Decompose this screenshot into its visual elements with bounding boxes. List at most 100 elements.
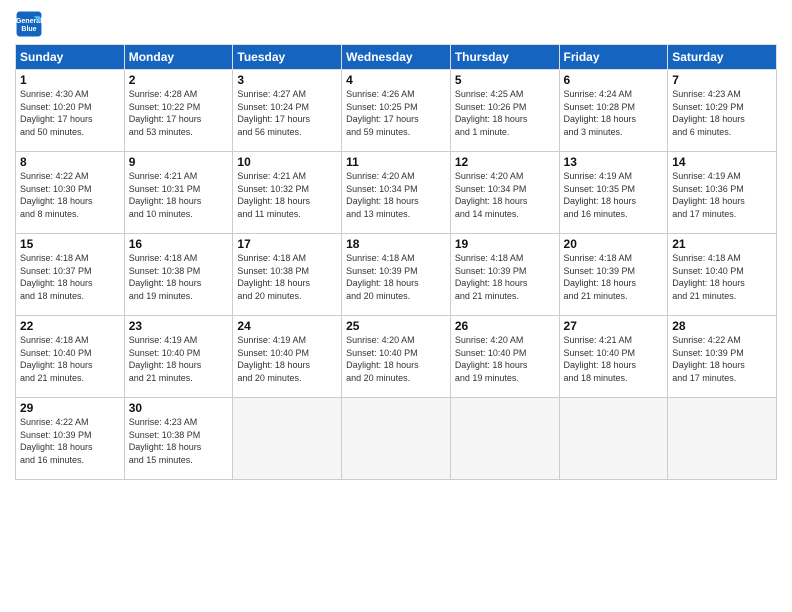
- day-number: 7: [672, 73, 772, 87]
- day-info: Sunrise: 4:18 AM Sunset: 10:37 PM Daylig…: [20, 252, 120, 302]
- day-info: Sunrise: 4:18 AM Sunset: 10:38 PM Daylig…: [129, 252, 229, 302]
- day-number: 27: [564, 319, 664, 333]
- day-number: 16: [129, 237, 229, 251]
- calendar-cell: 16Sunrise: 4:18 AM Sunset: 10:38 PM Dayl…: [124, 234, 233, 316]
- day-number: 19: [455, 237, 555, 251]
- calendar-cell: 3Sunrise: 4:27 AM Sunset: 10:24 PM Dayli…: [233, 70, 342, 152]
- calendar-cell: 5Sunrise: 4:25 AM Sunset: 10:26 PM Dayli…: [450, 70, 559, 152]
- calendar-cell: 4Sunrise: 4:26 AM Sunset: 10:25 PM Dayli…: [342, 70, 451, 152]
- day-number: 5: [455, 73, 555, 87]
- day-info: Sunrise: 4:28 AM Sunset: 10:22 PM Daylig…: [129, 88, 229, 138]
- day-number: 24: [237, 319, 337, 333]
- weekday-header-sunday: Sunday: [16, 45, 125, 70]
- page: General Blue SundayMondayTuesdayWednesda…: [0, 0, 792, 612]
- calendar-cell: 22Sunrise: 4:18 AM Sunset: 10:40 PM Dayl…: [16, 316, 125, 398]
- logo-icon: General Blue: [15, 10, 43, 38]
- calendar-cell: 6Sunrise: 4:24 AM Sunset: 10:28 PM Dayli…: [559, 70, 668, 152]
- calendar-cell: 26Sunrise: 4:20 AM Sunset: 10:40 PM Dayl…: [450, 316, 559, 398]
- calendar-cell: 9Sunrise: 4:21 AM Sunset: 10:31 PM Dayli…: [124, 152, 233, 234]
- calendar-cell: 30Sunrise: 4:23 AM Sunset: 10:38 PM Dayl…: [124, 398, 233, 480]
- day-info: Sunrise: 4:26 AM Sunset: 10:25 PM Daylig…: [346, 88, 446, 138]
- calendar-table: SundayMondayTuesdayWednesdayThursdayFrid…: [15, 44, 777, 480]
- day-info: Sunrise: 4:22 AM Sunset: 10:30 PM Daylig…: [20, 170, 120, 220]
- calendar-cell: 17Sunrise: 4:18 AM Sunset: 10:38 PM Dayl…: [233, 234, 342, 316]
- day-info: Sunrise: 4:18 AM Sunset: 10:38 PM Daylig…: [237, 252, 337, 302]
- calendar-week-5: 29Sunrise: 4:22 AM Sunset: 10:39 PM Dayl…: [16, 398, 777, 480]
- day-number: 14: [672, 155, 772, 169]
- day-number: 2: [129, 73, 229, 87]
- calendar-cell: 14Sunrise: 4:19 AM Sunset: 10:36 PM Dayl…: [668, 152, 777, 234]
- day-info: Sunrise: 4:24 AM Sunset: 10:28 PM Daylig…: [564, 88, 664, 138]
- day-number: 28: [672, 319, 772, 333]
- day-number: 13: [564, 155, 664, 169]
- calendar-cell: 23Sunrise: 4:19 AM Sunset: 10:40 PM Dayl…: [124, 316, 233, 398]
- day-number: 17: [237, 237, 337, 251]
- day-number: 10: [237, 155, 337, 169]
- calendar-cell: 27Sunrise: 4:21 AM Sunset: 10:40 PM Dayl…: [559, 316, 668, 398]
- day-number: 8: [20, 155, 120, 169]
- weekday-header-thursday: Thursday: [450, 45, 559, 70]
- calendar-cell: 28Sunrise: 4:22 AM Sunset: 10:39 PM Dayl…: [668, 316, 777, 398]
- weekday-header-monday: Monday: [124, 45, 233, 70]
- day-number: 3: [237, 73, 337, 87]
- day-info: Sunrise: 4:18 AM Sunset: 10:39 PM Daylig…: [455, 252, 555, 302]
- day-info: Sunrise: 4:18 AM Sunset: 10:40 PM Daylig…: [20, 334, 120, 384]
- day-number: 21: [672, 237, 772, 251]
- calendar-cell: 11Sunrise: 4:20 AM Sunset: 10:34 PM Dayl…: [342, 152, 451, 234]
- day-number: 1: [20, 73, 120, 87]
- calendar-week-1: 1Sunrise: 4:30 AM Sunset: 10:20 PM Dayli…: [16, 70, 777, 152]
- day-info: Sunrise: 4:18 AM Sunset: 10:39 PM Daylig…: [564, 252, 664, 302]
- day-number: 9: [129, 155, 229, 169]
- day-info: Sunrise: 4:22 AM Sunset: 10:39 PM Daylig…: [672, 334, 772, 384]
- day-info: Sunrise: 4:19 AM Sunset: 10:40 PM Daylig…: [129, 334, 229, 384]
- calendar-cell: 12Sunrise: 4:20 AM Sunset: 10:34 PM Dayl…: [450, 152, 559, 234]
- weekday-header-saturday: Saturday: [668, 45, 777, 70]
- calendar-cell: [559, 398, 668, 480]
- header: General Blue: [15, 10, 777, 38]
- day-info: Sunrise: 4:20 AM Sunset: 10:34 PM Daylig…: [346, 170, 446, 220]
- calendar-cell: [668, 398, 777, 480]
- weekday-header-friday: Friday: [559, 45, 668, 70]
- svg-text:Blue: Blue: [21, 26, 36, 33]
- day-number: 25: [346, 319, 446, 333]
- day-number: 6: [564, 73, 664, 87]
- day-number: 29: [20, 401, 120, 415]
- calendar-cell: 24Sunrise: 4:19 AM Sunset: 10:40 PM Dayl…: [233, 316, 342, 398]
- day-info: Sunrise: 4:27 AM Sunset: 10:24 PM Daylig…: [237, 88, 337, 138]
- day-info: Sunrise: 4:19 AM Sunset: 10:35 PM Daylig…: [564, 170, 664, 220]
- day-info: Sunrise: 4:18 AM Sunset: 10:40 PM Daylig…: [672, 252, 772, 302]
- calendar-cell: 1Sunrise: 4:30 AM Sunset: 10:20 PM Dayli…: [16, 70, 125, 152]
- calendar-cell: 25Sunrise: 4:20 AM Sunset: 10:40 PM Dayl…: [342, 316, 451, 398]
- calendar-week-2: 8Sunrise: 4:22 AM Sunset: 10:30 PM Dayli…: [16, 152, 777, 234]
- weekday-header-wednesday: Wednesday: [342, 45, 451, 70]
- day-info: Sunrise: 4:23 AM Sunset: 10:38 PM Daylig…: [129, 416, 229, 466]
- calendar-cell: 2Sunrise: 4:28 AM Sunset: 10:22 PM Dayli…: [124, 70, 233, 152]
- calendar-cell: 18Sunrise: 4:18 AM Sunset: 10:39 PM Dayl…: [342, 234, 451, 316]
- day-number: 18: [346, 237, 446, 251]
- calendar-cell: 20Sunrise: 4:18 AM Sunset: 10:39 PM Dayl…: [559, 234, 668, 316]
- day-info: Sunrise: 4:19 AM Sunset: 10:40 PM Daylig…: [237, 334, 337, 384]
- day-info: Sunrise: 4:25 AM Sunset: 10:26 PM Daylig…: [455, 88, 555, 138]
- day-number: 26: [455, 319, 555, 333]
- calendar-cell: [233, 398, 342, 480]
- day-info: Sunrise: 4:21 AM Sunset: 10:32 PM Daylig…: [237, 170, 337, 220]
- day-info: Sunrise: 4:20 AM Sunset: 10:40 PM Daylig…: [455, 334, 555, 384]
- day-number: 30: [129, 401, 229, 415]
- day-info: Sunrise: 4:18 AM Sunset: 10:39 PM Daylig…: [346, 252, 446, 302]
- calendar-cell: 21Sunrise: 4:18 AM Sunset: 10:40 PM Dayl…: [668, 234, 777, 316]
- day-info: Sunrise: 4:20 AM Sunset: 10:34 PM Daylig…: [455, 170, 555, 220]
- day-number: 22: [20, 319, 120, 333]
- day-info: Sunrise: 4:21 AM Sunset: 10:31 PM Daylig…: [129, 170, 229, 220]
- day-info: Sunrise: 4:22 AM Sunset: 10:39 PM Daylig…: [20, 416, 120, 466]
- day-number: 11: [346, 155, 446, 169]
- calendar-cell: 29Sunrise: 4:22 AM Sunset: 10:39 PM Dayl…: [16, 398, 125, 480]
- day-info: Sunrise: 4:30 AM Sunset: 10:20 PM Daylig…: [20, 88, 120, 138]
- logo: General Blue: [15, 10, 47, 38]
- calendar-cell: 15Sunrise: 4:18 AM Sunset: 10:37 PM Dayl…: [16, 234, 125, 316]
- calendar-cell: [342, 398, 451, 480]
- calendar-week-3: 15Sunrise: 4:18 AM Sunset: 10:37 PM Dayl…: [16, 234, 777, 316]
- day-number: 20: [564, 237, 664, 251]
- day-number: 12: [455, 155, 555, 169]
- day-info: Sunrise: 4:19 AM Sunset: 10:36 PM Daylig…: [672, 170, 772, 220]
- day-info: Sunrise: 4:20 AM Sunset: 10:40 PM Daylig…: [346, 334, 446, 384]
